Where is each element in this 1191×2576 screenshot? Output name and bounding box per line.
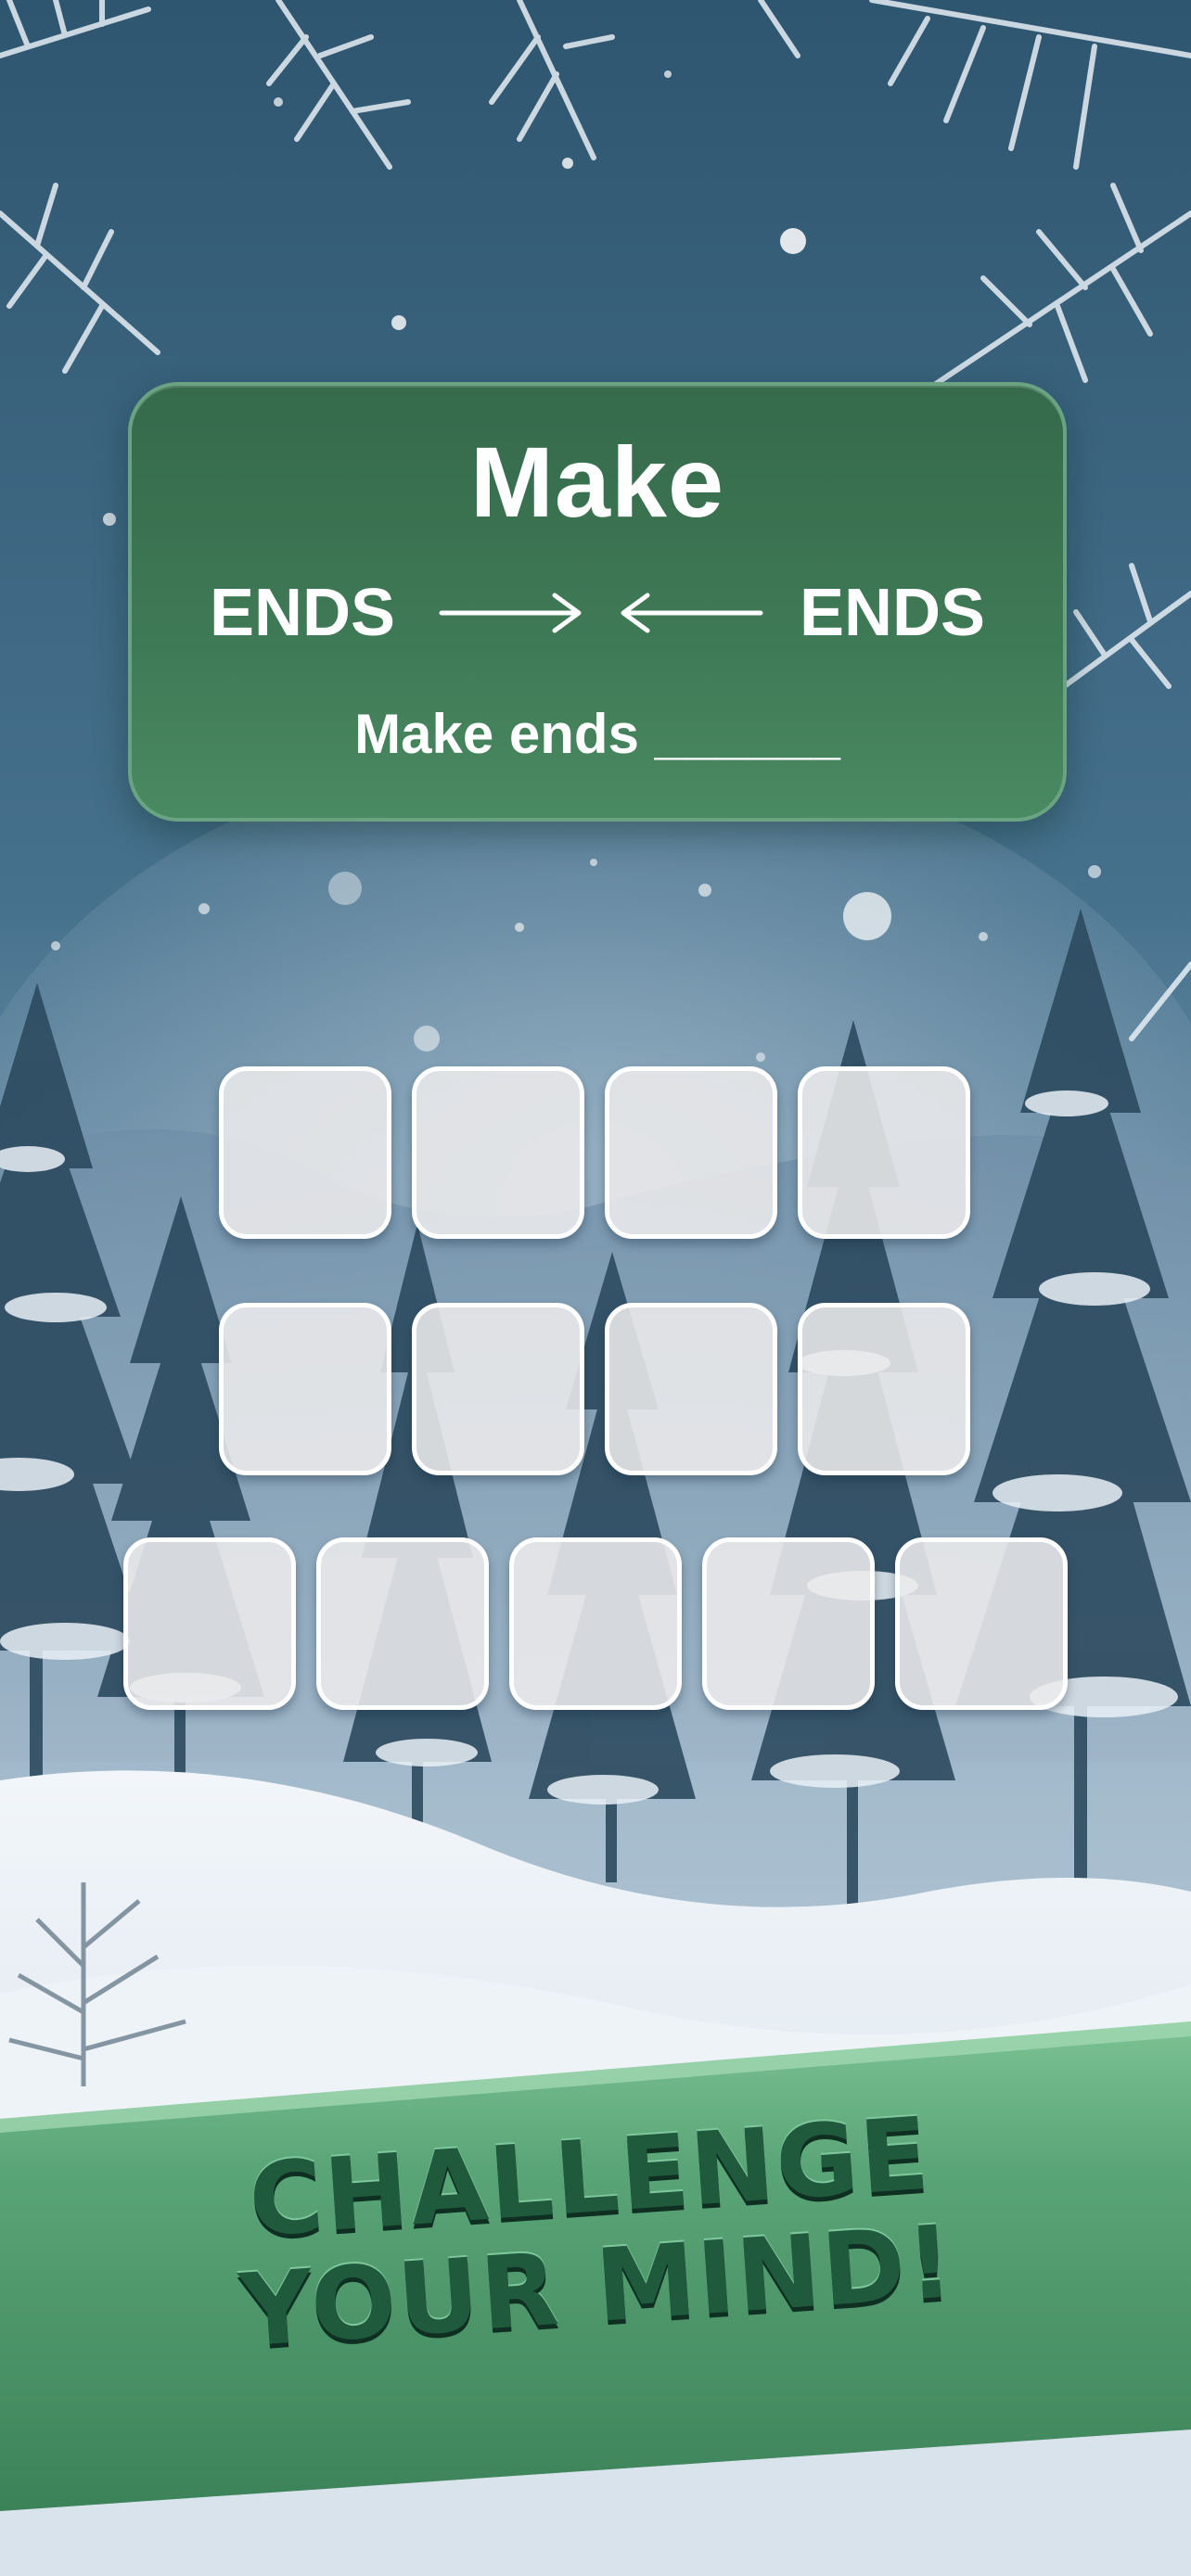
letter-tile[interactable] (219, 1066, 391, 1239)
tile-row-3 (123, 1537, 1068, 1710)
letter-tile[interactable] (895, 1537, 1068, 1710)
clue-card: Make ENDS ENDS Make ends ______ (128, 382, 1067, 822)
letter-tile[interactable] (219, 1303, 391, 1475)
clue-left-word: ENDS (210, 576, 396, 650)
letter-tile[interactable] (605, 1066, 777, 1239)
arrow-right-icon (439, 593, 582, 633)
arrow-left-icon (621, 593, 763, 633)
clue-right-word: ENDS (799, 576, 985, 650)
clue-title: Make (469, 426, 725, 538)
letter-tile[interactable] (509, 1537, 682, 1710)
tile-row-2 (219, 1303, 970, 1475)
clue-row: ENDS ENDS (132, 571, 1063, 655)
letter-tile[interactable] (412, 1066, 584, 1239)
letter-tile[interactable] (798, 1303, 970, 1475)
letter-tile[interactable] (702, 1537, 875, 1710)
clue-sentence: Make ends ______ (354, 703, 840, 765)
letter-tile[interactable] (123, 1537, 296, 1710)
letter-tile[interactable] (798, 1066, 970, 1239)
tile-row-1 (219, 1066, 970, 1239)
letter-tile[interactable] (605, 1303, 777, 1475)
letter-tile[interactable] (412, 1303, 584, 1475)
letter-tile[interactable] (316, 1537, 489, 1710)
